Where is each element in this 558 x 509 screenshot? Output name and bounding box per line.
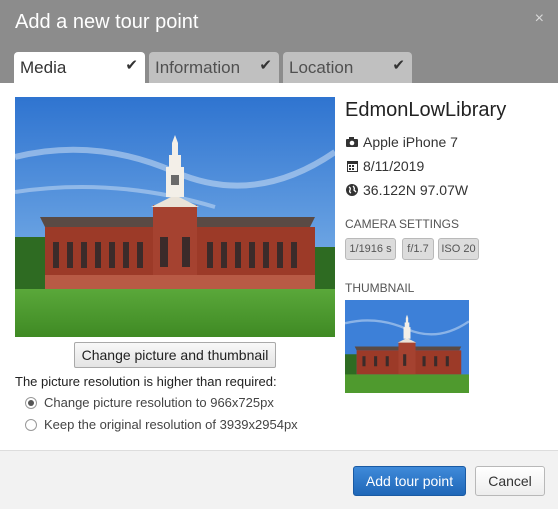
cancel-button[interactable]: Cancel (475, 466, 545, 496)
tab-information[interactable]: Information ✔ (149, 52, 279, 83)
resolution-option-keep[interactable]: Keep the original resolution of 3939x295… (25, 417, 298, 432)
resolution-option-label: Change picture resolution to 966x725px (44, 395, 274, 410)
photo-coordinates-text: 36.122N 97.07W (363, 182, 469, 198)
check-icon: ✔ (259, 57, 272, 74)
camera-model: Apple iPhone 7 (345, 134, 458, 150)
photo-title: EdmonLowLibrary (345, 99, 507, 121)
close-icon[interactable]: × (535, 10, 544, 28)
check-icon: ✔ (125, 57, 138, 74)
camera-settings-label: CAMERA SETTINGS (345, 217, 460, 231)
resolution-option-change[interactable]: Change picture resolution to 966x725px (25, 395, 274, 410)
thumbnail-label: THUMBNAIL (345, 281, 415, 295)
tab-media[interactable]: Media ✔ (14, 52, 145, 83)
camera-icon (345, 137, 359, 147)
aperture-badge: f/1.7 (402, 238, 434, 260)
resolution-option-label: Keep the original resolution of 3939x295… (44, 417, 298, 432)
calendar-icon (345, 160, 359, 172)
check-icon: ✔ (392, 57, 405, 74)
resolution-heading: The picture resolution is higher than re… (15, 374, 277, 389)
iso-badge: ISO 20 (438, 238, 479, 260)
radio-button[interactable] (25, 418, 37, 431)
thumbnail-image (345, 300, 469, 393)
photo-date-text: 8/11/2019 (363, 158, 425, 174)
tour-point-photo (15, 97, 335, 337)
photo-coordinates: 36.122N 97.07W (345, 182, 468, 198)
change-picture-button[interactable]: Change picture and thumbnail (74, 342, 276, 368)
dialog-title: Add a new tour point (15, 11, 199, 33)
dialog-header: Add a new tour point × Media ✔ Informati… (0, 0, 558, 83)
radio-button-selected[interactable] (25, 396, 37, 409)
photo-date: 8/11/2019 (345, 158, 424, 174)
tab-location[interactable]: Location ✔ (283, 52, 412, 83)
camera-model-text: Apple iPhone 7 (363, 134, 458, 150)
tab-location-label: Location (289, 58, 354, 77)
globe-icon (345, 184, 359, 196)
add-tour-point-button[interactable]: Add tour point (353, 466, 466, 496)
tab-media-label: Media (20, 58, 67, 77)
shutter-speed-badge: 1/1916 s (345, 238, 396, 260)
tab-information-label: Information (155, 58, 241, 77)
